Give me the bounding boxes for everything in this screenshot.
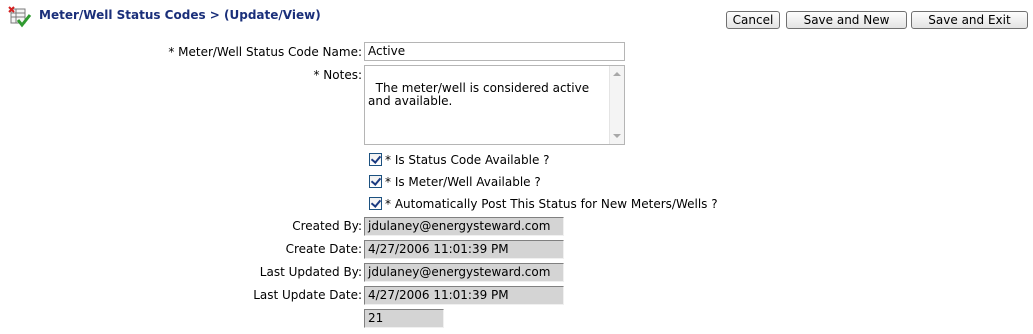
table-edit-icon xyxy=(8,6,32,28)
page-title: Meter/Well Status Codes > (Update/View) xyxy=(39,8,321,22)
auto-post-status-label: * Automatically Post This Status for New… xyxy=(385,197,718,211)
notes-scrollbar[interactable] xyxy=(609,66,624,144)
scroll-down-icon[interactable] xyxy=(613,134,621,138)
auto-post-status-checkbox[interactable] xyxy=(369,197,382,210)
save-and-new-button[interactable]: Save and New xyxy=(786,11,907,29)
last-update-date-field: 4/27/2006 11:01:39 PM xyxy=(364,286,564,305)
status-code-name-label: * Meter/Well Status Code Name: xyxy=(168,45,362,59)
status-code-available-label: * Is Status Code Available ? xyxy=(385,153,550,167)
last-update-date-label: Last Update Date: xyxy=(253,288,362,302)
created-by-label: Created By: xyxy=(292,219,362,233)
save-and-exit-button[interactable]: Save and Exit xyxy=(911,11,1028,29)
created-by-field: jdulaney@energysteward.com xyxy=(364,217,564,236)
last-updated-by-label: Last Updated By: xyxy=(259,265,362,279)
meter-well-available-label: * Is Meter/Well Available ? xyxy=(385,175,541,189)
notes-textarea[interactable]: The meter/well is considered active and … xyxy=(364,65,625,145)
status-code-available-checkbox[interactable] xyxy=(369,153,382,166)
cancel-button[interactable]: Cancel xyxy=(726,11,780,29)
scroll-up-icon[interactable] xyxy=(613,72,621,76)
record-id-field: 21 xyxy=(364,309,444,328)
create-date-field: 4/27/2006 11:01:39 PM xyxy=(364,240,564,259)
meter-well-available-checkbox[interactable] xyxy=(369,175,382,188)
last-updated-by-field: jdulaney@energysteward.com xyxy=(364,263,564,282)
notes-label: * Notes: xyxy=(313,68,362,82)
create-date-label: Create Date: xyxy=(285,242,362,256)
status-code-name-input[interactable]: Active xyxy=(364,42,625,61)
notes-text: The meter/well is considered active and … xyxy=(368,81,593,108)
